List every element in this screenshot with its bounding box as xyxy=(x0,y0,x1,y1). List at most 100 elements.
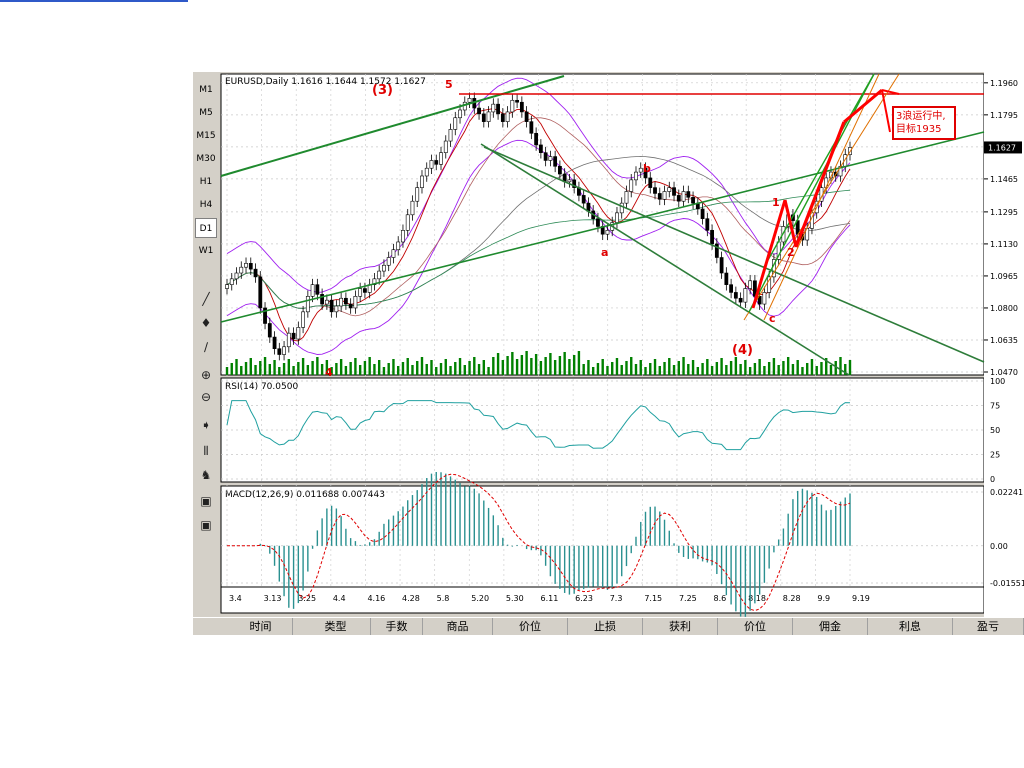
shift-icon[interactable]: ⦀ xyxy=(197,442,215,460)
timeframe-m30[interactable]: M30 xyxy=(195,149,217,169)
y-tick-label: 1.1960 xyxy=(990,79,1018,88)
trend-tool-icon[interactable]: ∕ xyxy=(197,338,215,356)
status-col-8[interactable]: 佣金 xyxy=(793,618,868,635)
candle-body xyxy=(762,292,767,305)
volume-bar xyxy=(354,358,357,375)
status-col-6[interactable]: 获利 xyxy=(643,618,718,635)
status-col-0[interactable]: 时间 xyxy=(229,618,293,635)
volume-bar xyxy=(729,361,733,375)
wave-label-6: 1 xyxy=(772,196,780,209)
annotation-note: 3浪运行中,目标1935 xyxy=(892,106,956,140)
volume-bar xyxy=(382,367,386,375)
status-col-4[interactable]: 价位 xyxy=(493,618,568,635)
volume-bar xyxy=(473,357,476,375)
x-tick-label: 7.15 xyxy=(644,594,662,603)
volume-bar xyxy=(363,361,367,375)
status-col-1[interactable]: 类型 xyxy=(301,618,371,635)
wave-label-8: 4 xyxy=(325,366,333,379)
line-tool-icon[interactable]: ╱ xyxy=(197,290,215,308)
zoom-out-icon[interactable]: ⊖ xyxy=(197,388,215,406)
candle-body xyxy=(286,332,291,348)
rsi-tick-label: 100 xyxy=(990,377,1005,386)
candle-body xyxy=(596,218,600,227)
candle-body xyxy=(676,195,681,202)
candle-body xyxy=(486,111,491,122)
wave-label-2: (4) xyxy=(732,343,753,358)
volume-bar xyxy=(520,355,524,375)
expert-icon[interactable]: ♞ xyxy=(197,466,215,484)
volume-bar xyxy=(306,365,310,375)
chart-title: EURUSD,Daily 1.1616 1.1644 1.1572 1.1627 xyxy=(225,77,426,87)
status-col-2[interactable]: 手数 xyxy=(371,618,423,635)
volume-bar xyxy=(320,364,324,375)
volume-bar xyxy=(815,366,818,375)
indicator-window-icon[interactable]: ▣ xyxy=(197,492,215,510)
volume-bar xyxy=(696,367,700,375)
volume-bar xyxy=(630,357,633,375)
candle-body xyxy=(510,99,515,113)
volume-bar xyxy=(392,359,395,375)
volume-bar xyxy=(263,357,267,375)
x-tick-label: 5.8 xyxy=(437,594,450,603)
volume-bar xyxy=(677,361,680,375)
volume-bar xyxy=(268,364,272,375)
candle-body xyxy=(567,179,572,183)
zoom-in-icon[interactable]: ⊕ xyxy=(197,366,215,384)
status-col-7[interactable]: 价位 xyxy=(718,618,793,635)
candle-body xyxy=(738,297,743,303)
volume-bar xyxy=(430,360,433,375)
candle-body xyxy=(329,299,334,313)
candle-body xyxy=(467,98,472,103)
volume-bar xyxy=(753,363,757,375)
chart-area[interactable]: 1.19601.17951.16301.14651.12951.11301.09… xyxy=(219,72,1024,617)
status-col-3[interactable]: 商品 xyxy=(423,618,493,635)
autoscroll-icon[interactable]: ➧ xyxy=(197,416,215,434)
volume-bar xyxy=(563,352,566,375)
left-toolbar: M1 M5 M15 M30 H1 H4 D1 W1 ╱ ♦ ∕ ⊕ ⊖ ➧ ⦀ ♞ ▣ ▣ xyxy=(193,72,220,616)
volume-bar xyxy=(772,358,776,375)
timeframe-w1[interactable]: W1 xyxy=(195,241,217,261)
x-tick-label: 3.4 xyxy=(229,594,242,603)
candle-body xyxy=(724,272,729,285)
timeframe-d1[interactable]: D1 xyxy=(195,218,217,238)
candle-body xyxy=(334,305,339,313)
volume-bar xyxy=(777,365,780,375)
timeframe-h4[interactable]: H4 xyxy=(195,195,217,215)
status-col-10[interactable]: 盈亏 xyxy=(953,618,1024,635)
candle-body xyxy=(225,284,229,289)
volume-bar xyxy=(544,357,547,375)
volume-bar xyxy=(796,360,799,375)
timeframe-m5[interactable]: M5 xyxy=(195,103,217,123)
volume-bar xyxy=(282,363,286,375)
timeframe-h1[interactable]: H1 xyxy=(195,172,217,192)
candle-body xyxy=(272,336,277,350)
volume-bar xyxy=(725,365,728,375)
volume-bar xyxy=(506,356,509,375)
volume-bar xyxy=(230,363,233,375)
candle-body xyxy=(553,156,558,167)
x-tick-label: 7.3 xyxy=(610,594,623,603)
candle-body xyxy=(691,197,695,204)
status-col-9[interactable]: 利息 xyxy=(868,618,953,635)
timeframe-m1[interactable]: M1 xyxy=(195,80,217,100)
x-tick-label: 9.19 xyxy=(852,594,870,603)
candle-body xyxy=(524,111,529,122)
candle-body xyxy=(382,264,386,272)
volume-bar xyxy=(444,359,447,375)
volume-bar xyxy=(767,362,771,375)
timeframe-m15[interactable]: M15 xyxy=(195,126,217,146)
volume-bar xyxy=(249,358,252,375)
volume-bar xyxy=(739,364,742,375)
status-col-5[interactable]: 止损 xyxy=(568,618,643,635)
candle-body xyxy=(391,249,396,258)
candle-body xyxy=(363,288,367,293)
volume-bar xyxy=(710,366,714,375)
candle-body xyxy=(705,218,710,231)
indicator-window-icon-2[interactable]: ▣ xyxy=(197,516,215,534)
candle-tool-icon[interactable]: ♦ xyxy=(197,314,215,332)
candle-body xyxy=(710,230,714,245)
x-tick-label: 9.9 xyxy=(817,594,830,603)
volume-bar xyxy=(572,355,576,375)
volume-bar xyxy=(534,354,538,375)
y-tick-label: 1.1465 xyxy=(990,175,1018,184)
